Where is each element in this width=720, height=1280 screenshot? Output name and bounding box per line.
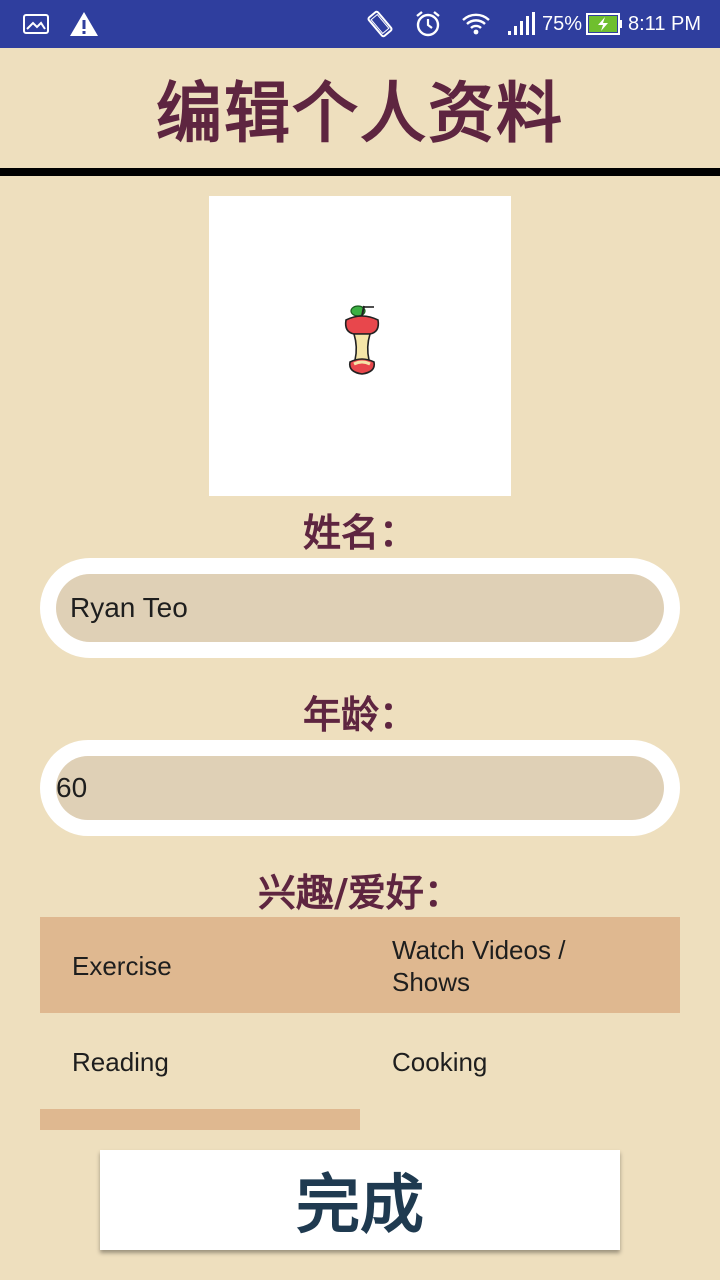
status-bar: 75% 8:11 PM (0, 0, 720, 48)
name-label: 姓名： (302, 511, 417, 555)
name-field-frame: Ryan Teo (40, 558, 680, 658)
done-button[interactable]: 完成 (100, 1150, 620, 1250)
age-label: 年龄： (302, 693, 417, 737)
alarm-icon (410, 0, 446, 48)
apple-core-icon (340, 302, 384, 385)
interest-exercise[interactable]: Exercise (72, 950, 172, 982)
clock: 8:11 PM (628, 13, 701, 35)
battery-charging-icon (584, 0, 624, 48)
interest-reading[interactable]: Reading (72, 1046, 169, 1078)
battery-percent: 75% (542, 13, 583, 35)
interests-grid: Exercise Watch Videos / Shows Reading Co… (40, 917, 680, 1130)
age-field[interactable]: 60 (56, 756, 664, 820)
interest-watch-videos[interactable]: Watch Videos / Shows (392, 934, 632, 998)
interest-bar (40, 1109, 360, 1130)
header-divider (0, 168, 720, 176)
signal-icon (504, 0, 538, 48)
age-field-frame: 60 (40, 740, 680, 836)
name-field[interactable]: Ryan Teo (56, 574, 664, 642)
interests-label: 兴趣/爱好： (258, 871, 462, 915)
warning-icon (66, 0, 102, 48)
interest-cooking[interactable]: Cooking (392, 1046, 487, 1078)
image-icon (20, 0, 52, 48)
wifi-icon (458, 0, 494, 48)
profile-photo[interactable] (209, 196, 511, 496)
page-header: 编辑个人资料 (0, 48, 720, 168)
page-title: 编辑个人资料 (156, 75, 564, 152)
rotate-icon (362, 0, 398, 48)
